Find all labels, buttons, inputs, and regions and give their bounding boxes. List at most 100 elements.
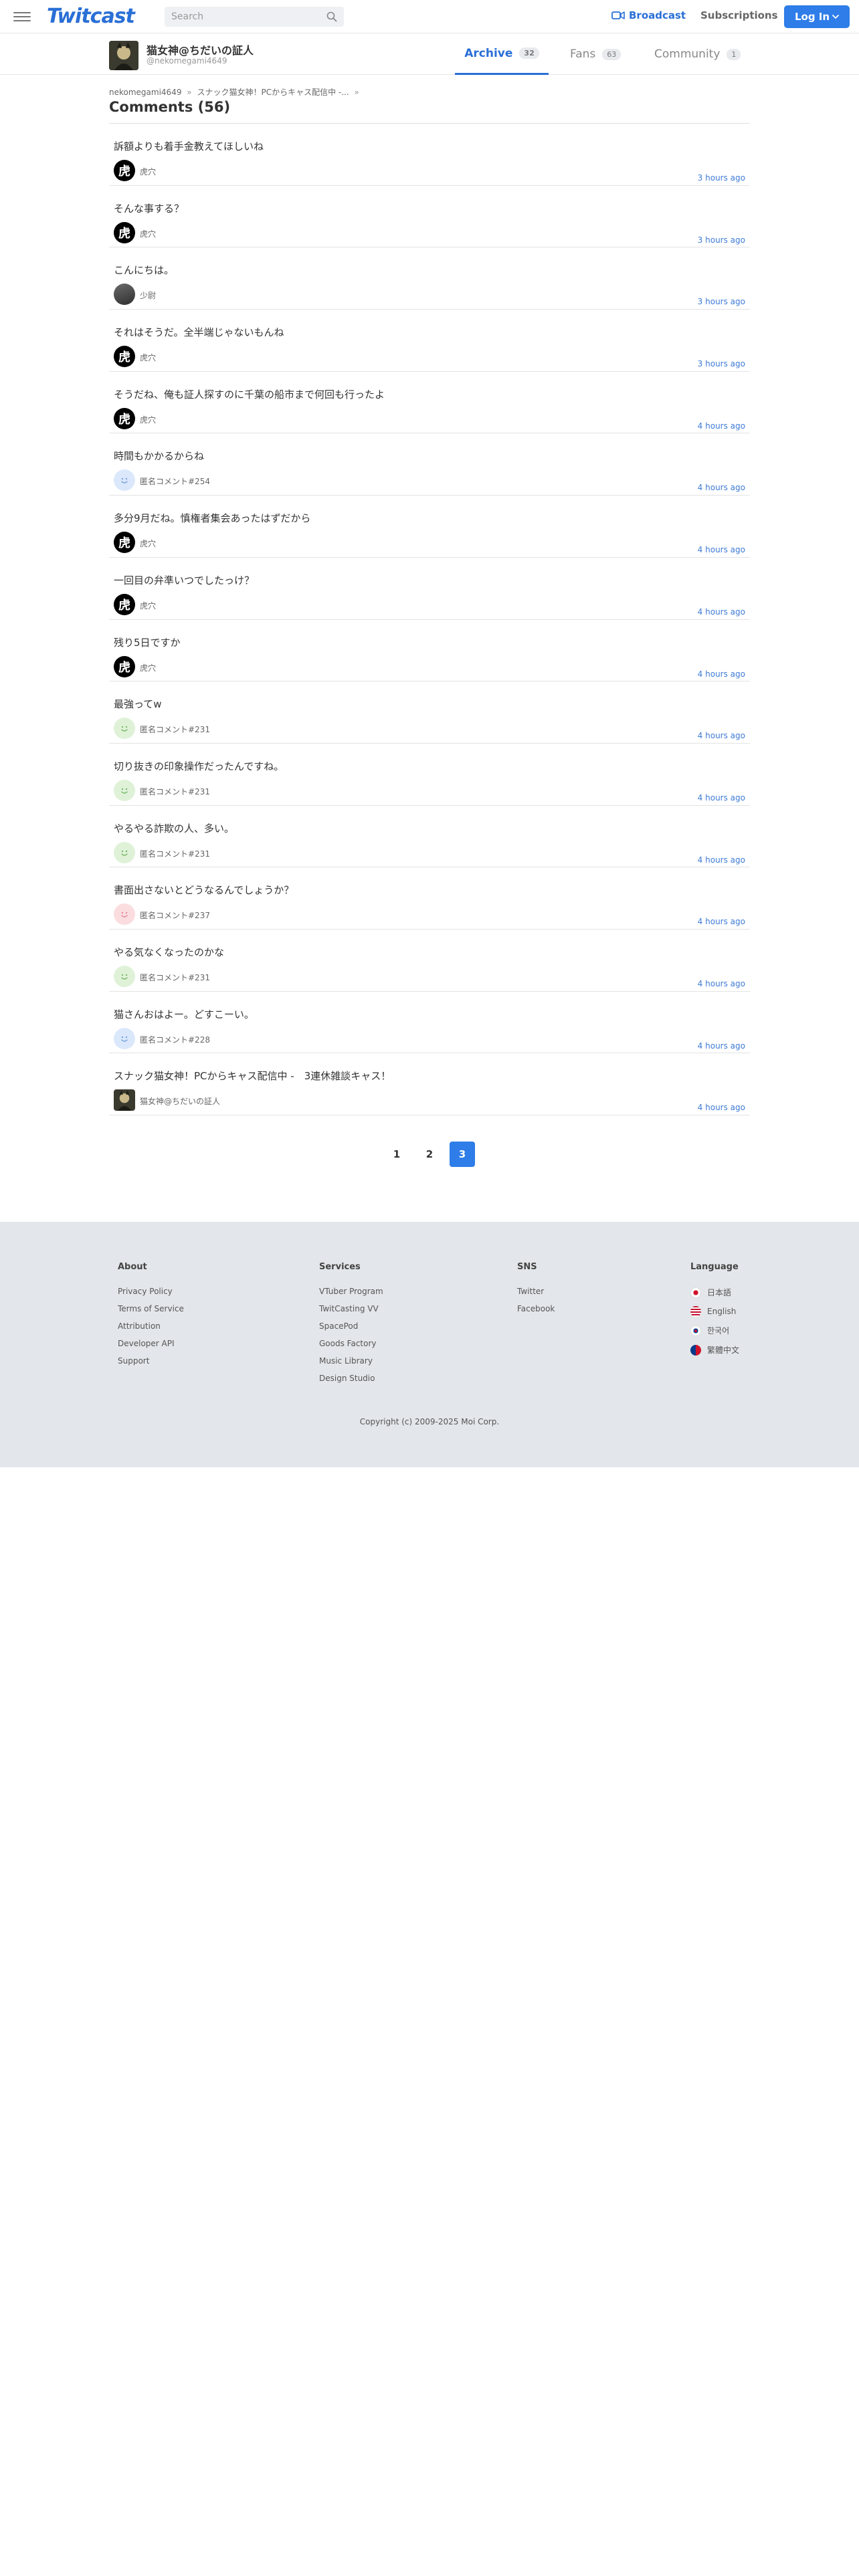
footer-heading: About bbox=[118, 1262, 147, 1272]
commenter-name[interactable]: 虎穴 bbox=[140, 352, 156, 363]
commenter-name[interactable]: 虎穴 bbox=[140, 538, 156, 549]
commenter-name[interactable]: 虎穴 bbox=[140, 166, 156, 177]
commenter-name[interactable]: 虎穴 bbox=[140, 662, 156, 673]
footer-link-music-library[interactable]: Music Library bbox=[319, 1356, 383, 1366]
menu-icon[interactable] bbox=[13, 9, 31, 24]
search-box bbox=[165, 7, 344, 27]
comment-item: 一回目の弁準いつでしたっけ？ 虎 虎穴 4 hours ago bbox=[109, 558, 750, 620]
commenter-name[interactable]: 虎穴 bbox=[140, 600, 156, 611]
comment-text: やるやる詐欺の人、多い。 bbox=[114, 822, 235, 835]
comment-time: 4 hours ago bbox=[697, 669, 745, 679]
commenter-avatar[interactable]: 虎 bbox=[114, 532, 135, 554]
footer-link-vtuber-program[interactable]: VTuber Program bbox=[319, 1287, 383, 1296]
footer-link-support[interactable]: Support bbox=[118, 1356, 184, 1366]
commenter-name[interactable]: 匿名コメント#254 bbox=[140, 475, 210, 487]
comment-text: スナック猫女神！PCからキャス配信中 - 3連休雑談キャス！ bbox=[114, 1070, 391, 1083]
copyright: Copyright (c) 2009-2025 Moi Corp. bbox=[359, 1417, 500, 1426]
breadcrumb-movie-link[interactable]: スナック猫女神！PCからキャス配信中 -... bbox=[197, 88, 349, 97]
commenter-name[interactable]: 匿名コメント#231 bbox=[140, 972, 210, 983]
footer-link-privacy-policy[interactable]: Privacy Policy bbox=[118, 1287, 184, 1296]
commenter-avatar[interactable] bbox=[114, 903, 135, 926]
page-link-3-current[interactable]: 3 bbox=[450, 1142, 475, 1167]
footer-link-twitcasting-vv[interactable]: TwitCasting VV bbox=[319, 1304, 383, 1313]
smiley-icon bbox=[121, 478, 128, 484]
language-korean[interactable]: 한국어 bbox=[690, 1325, 739, 1336]
comment-list: 訴額よりも着手金教えてほしいね 虎 虎穴 3 hours ago そんな事する？… bbox=[109, 124, 750, 1115]
user-display-name[interactable]: 猫女神@ちだいの証人 bbox=[147, 41, 254, 58]
tab-community[interactable]: Community 1 bbox=[654, 33, 741, 75]
commenter-avatar[interactable]: 虎 bbox=[114, 593, 135, 615]
commenter-avatar[interactable]: 虎 bbox=[114, 221, 135, 243]
smiley-icon bbox=[121, 788, 128, 794]
comment-time: 4 hours ago bbox=[697, 1103, 745, 1113]
comment-item: 書面出さないとどうなるんでしょうか？ 匿名コメント#237 4 hours ag… bbox=[109, 867, 750, 930]
commenter-avatar[interactable]: 虎 bbox=[114, 655, 135, 677]
comment-text: やる気なくなったのかな bbox=[114, 946, 225, 958]
page-link-1[interactable]: 1 bbox=[384, 1142, 409, 1167]
breadcrumb: nekomegami4649 » スナック猫女神！PCからキャス配信中 -...… bbox=[109, 86, 362, 98]
comment-text: 最強ってw bbox=[114, 698, 162, 711]
commenter-avatar[interactable] bbox=[114, 284, 135, 306]
commenter-name[interactable]: 虎穴 bbox=[140, 414, 156, 425]
user-handle: @nekomegami4649 bbox=[147, 56, 227, 66]
comment-time: 3 hours ago bbox=[697, 235, 745, 245]
comment-item: やる気なくなったのかな 匿名コメント#231 4 hours ago bbox=[109, 930, 750, 992]
comment-time: 3 hours ago bbox=[697, 297, 745, 307]
subscriptions-link[interactable]: Subscriptions bbox=[700, 9, 778, 21]
login-button[interactable]: Log In bbox=[784, 5, 850, 28]
commenter-name[interactable]: 匿名コメント#231 bbox=[140, 848, 210, 859]
footer-link-goods-factory[interactable]: Goods Factory bbox=[319, 1339, 383, 1348]
comment-time: 4 hours ago bbox=[697, 978, 745, 988]
comment-text: 切り抜きの印象操作だったんですね。 bbox=[114, 760, 284, 772]
commenter-name[interactable]: 匿名コメント#228 bbox=[140, 1034, 210, 1045]
commenter-avatar[interactable] bbox=[114, 1089, 135, 1111]
language-english[interactable]: English bbox=[690, 1306, 739, 1317]
comment-item: 訴額よりも着手金教えてほしいね 虎 虎穴 3 hours ago bbox=[109, 124, 750, 186]
language-japanese[interactable]: 日本語 bbox=[690, 1287, 739, 1298]
commenter-avatar[interactable] bbox=[114, 1027, 135, 1049]
comment-time: 4 hours ago bbox=[697, 483, 745, 493]
twitcast-logo[interactable]: Twitcast bbox=[47, 5, 135, 28]
commenter-name[interactable]: 匿名コメント#237 bbox=[140, 909, 210, 921]
commenter-avatar[interactable] bbox=[114, 841, 135, 863]
broadcast-button[interactable]: Broadcast bbox=[611, 9, 686, 21]
commenter-avatar[interactable] bbox=[114, 779, 135, 801]
smiley-icon bbox=[121, 726, 128, 732]
commenter-avatar[interactable]: 虎 bbox=[114, 407, 135, 429]
footer-link-attribution[interactable]: Attribution bbox=[118, 1321, 184, 1331]
commenter-avatar[interactable]: 虎 bbox=[114, 346, 135, 368]
tab-archive[interactable]: Archive 32 bbox=[455, 33, 549, 75]
search-input[interactable] bbox=[165, 7, 318, 27]
tab-fans[interactable]: Fans 63 bbox=[570, 33, 622, 75]
search-icon[interactable] bbox=[326, 11, 337, 22]
commenter-avatar[interactable] bbox=[114, 718, 135, 740]
commenter-name[interactable]: 匿名コメント#231 bbox=[140, 786, 210, 797]
footer-link-developer-api[interactable]: Developer API bbox=[118, 1339, 184, 1348]
comment-item: そうだね、俺も証人探すのに千葉の船市まで何回も行ったよ 虎 虎穴 4 hours… bbox=[109, 372, 750, 434]
breadcrumb-separator: » bbox=[187, 88, 192, 97]
commenter-avatar[interactable] bbox=[114, 965, 135, 987]
tab-count: 32 bbox=[519, 47, 539, 59]
user-avatar[interactable] bbox=[109, 41, 138, 70]
page-link-2[interactable]: 2 bbox=[417, 1142, 442, 1167]
tab-label: Community bbox=[654, 47, 721, 61]
footer-link-twitter[interactable]: Twitter bbox=[517, 1287, 555, 1296]
language-label: 日本語 bbox=[707, 1288, 732, 1297]
footer-link-spacepod[interactable]: SpacePod bbox=[319, 1321, 383, 1331]
commenter-name[interactable]: 虎穴 bbox=[140, 228, 156, 239]
korea-flag-icon bbox=[690, 1325, 701, 1336]
comment-text: 猫さんおはよー。どすこーい。 bbox=[114, 1008, 254, 1021]
commenter-avatar[interactable]: 虎 bbox=[114, 160, 135, 181]
commenter-avatar[interactable] bbox=[114, 469, 135, 492]
user-bar: 猫女神@ちだいの証人 @nekomegami4649 Archive 32 Fa… bbox=[0, 33, 859, 75]
language-traditional-chinese[interactable]: 繁體中文 bbox=[690, 1344, 739, 1356]
commenter-name[interactable]: 匿名コメント#231 bbox=[140, 724, 210, 735]
footer-language-column: Language 日本語 English 한국어 繁體中文 bbox=[690, 1262, 739, 1364]
japan-flag-icon bbox=[690, 1287, 701, 1298]
commenter-name[interactable]: 猫女神@ちだいの証人 bbox=[140, 1095, 220, 1107]
commenter-name[interactable]: 少尉 bbox=[140, 290, 156, 301]
footer-link-design-studio[interactable]: Design Studio bbox=[319, 1374, 383, 1383]
breadcrumb-user-link[interactable]: nekomegami4649 bbox=[109, 88, 181, 97]
footer-link-terms[interactable]: Terms of Service bbox=[118, 1304, 184, 1313]
footer-link-facebook[interactable]: Facebook bbox=[517, 1304, 555, 1313]
